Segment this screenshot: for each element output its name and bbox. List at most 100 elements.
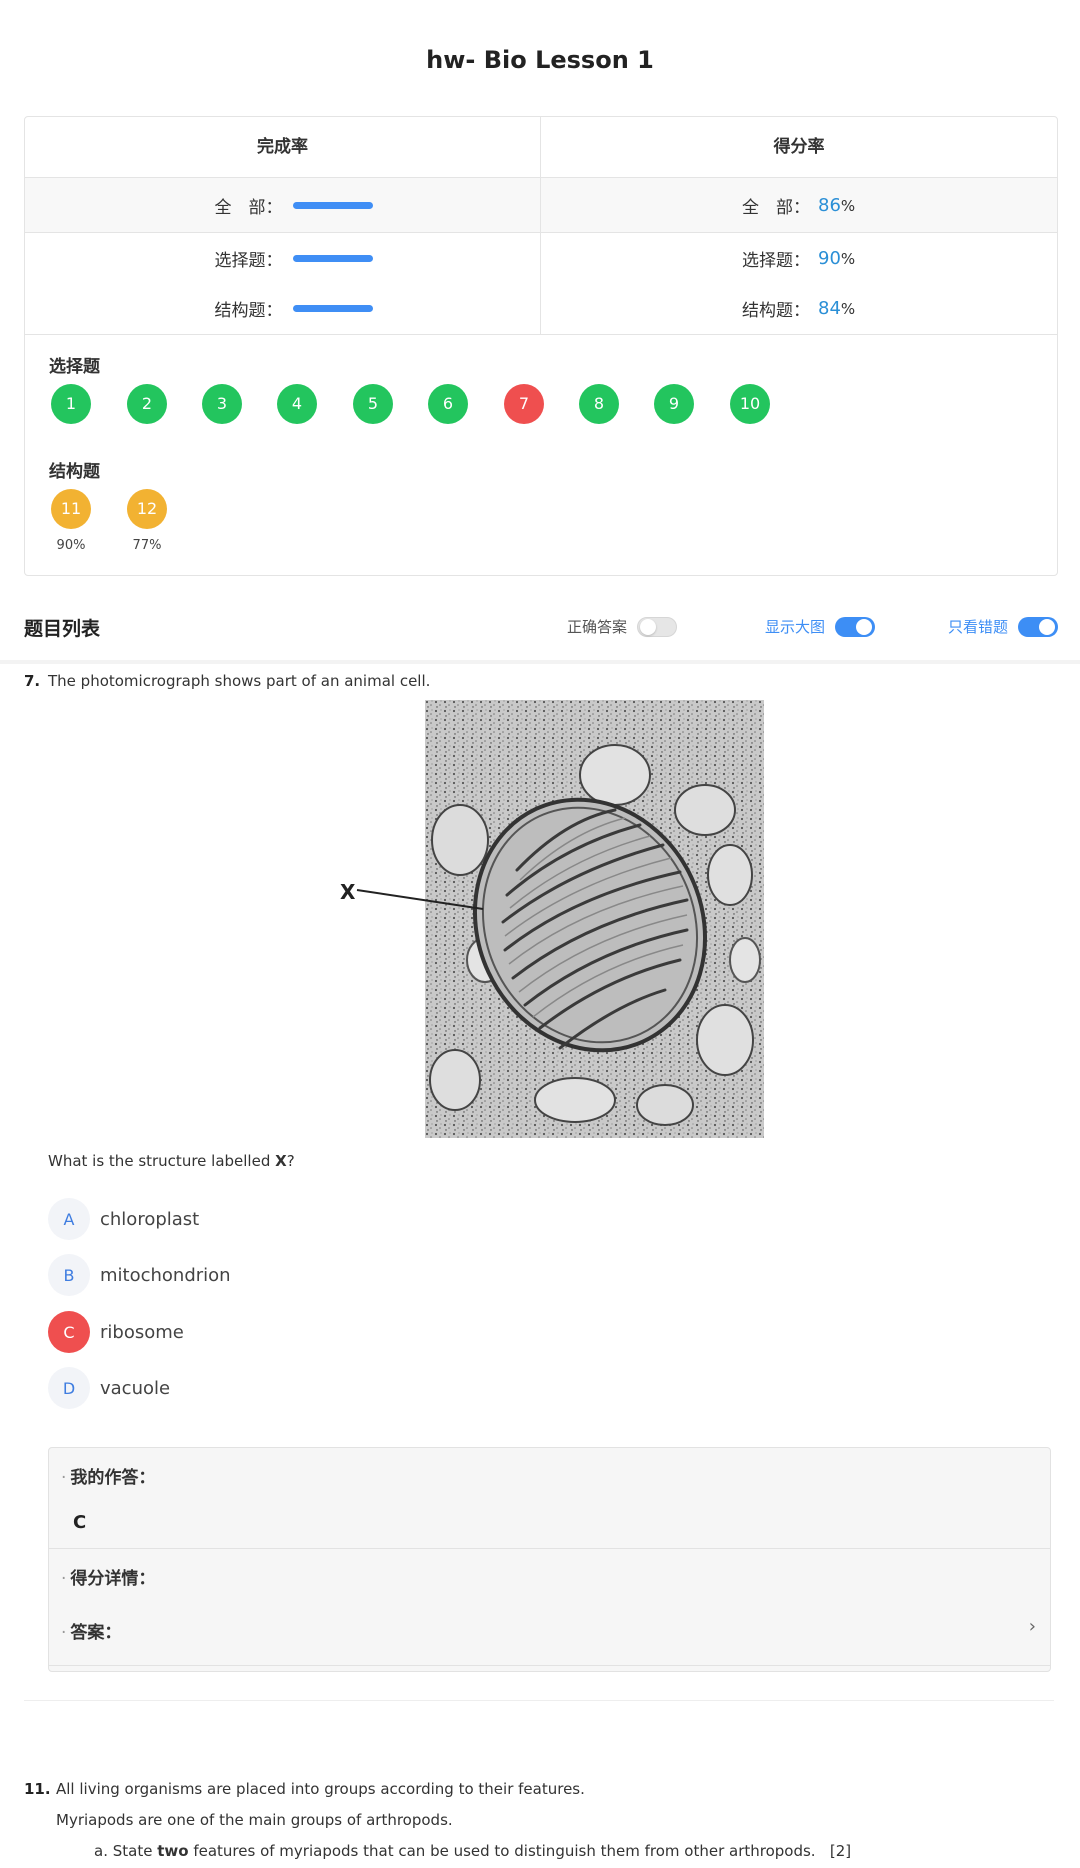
bullet-dot: ·	[61, 1468, 67, 1488]
option-d-letter: D	[48, 1367, 90, 1409]
score-number-mcq: 90	[818, 247, 841, 269]
completion-column: 完成率 全 部： 选择题： 结构题：	[25, 117, 541, 335]
score-value-structured: 84%	[818, 298, 878, 319]
score-unit-mcq: %	[840, 249, 856, 268]
toggle-knob	[856, 618, 873, 635]
question-score-12: 77%	[132, 538, 162, 553]
toggle-correct-answer-switch[interactable]	[637, 616, 678, 637]
part-a-marks: [2]	[829, 1842, 852, 1860]
header-divider	[0, 660, 1080, 664]
score-label-mcq: 选择题：	[742, 250, 810, 271]
structured-section-label: 结构题	[49, 462, 100, 482]
toggle-correct-answer[interactable]: 正确答案	[567, 616, 678, 637]
completion-label-all: 全 部：	[214, 197, 283, 218]
option-b[interactable]: B mitochondrion	[48, 1253, 231, 1297]
score-header: 得分率	[541, 117, 1057, 178]
score-detail-label-text: 得分详情：	[70, 1569, 156, 1589]
toggle-show-large[interactable]: 显示大图	[765, 616, 876, 637]
question-separator	[24, 1700, 1054, 1701]
completion-bar-all	[292, 201, 373, 209]
answer-label-text: 答案：	[70, 1623, 122, 1643]
part-a-pre: State	[112, 1842, 158, 1860]
question-list-title: 题目列表	[24, 618, 101, 640]
question-7-text: The photomicrograph shows part of an ani…	[48, 672, 431, 690]
option-d[interactable]: D vacuole	[48, 1366, 170, 1410]
question-7-number: 7.	[24, 672, 41, 690]
question-circle-7[interactable]: 7	[504, 384, 544, 424]
question-circle-2[interactable]: 2	[127, 384, 167, 424]
chevron-right-icon[interactable]: ›	[1029, 1616, 1036, 1637]
score-row-all: 全 部： 86%	[541, 178, 1057, 233]
score-unit-structured: %	[840, 299, 856, 318]
completion-bar-structured	[292, 304, 373, 312]
question-circle-11[interactable]: 11	[51, 489, 91, 529]
question-score-11: 90%	[56, 538, 86, 553]
my-answer-value: C	[73, 1512, 87, 1533]
toggle-wrong-only-switch[interactable]	[1018, 616, 1059, 637]
completion-label-structured: 结构题：	[214, 300, 283, 321]
question-circle-4[interactable]: 4	[277, 384, 317, 424]
figure-label-x: X	[340, 880, 356, 904]
score-unit-all: %	[840, 196, 856, 215]
stats-grid: 完成率 全 部： 选择题： 结构题： 得分率 全 部： 86% 选择题： 90%…	[25, 117, 1057, 335]
part-a-bold: two	[157, 1842, 189, 1860]
toggle-show-large-switch[interactable]	[835, 616, 876, 637]
question-circle-10[interactable]: 10	[730, 384, 770, 424]
option-d-text: vacuole	[100, 1377, 171, 1399]
score-value-mcq: 90%	[818, 248, 878, 269]
question-11-text: All living organisms are placed into gro…	[56, 1780, 585, 1798]
bullet-dot: ·	[61, 1569, 67, 1589]
completion-row-structured: 结构题：	[25, 283, 540, 333]
toggle-knob	[1039, 618, 1056, 635]
toggle-correct-answer-label: 正确答案	[567, 618, 628, 636]
score-value-all: 86%	[818, 195, 878, 216]
question-circle-3[interactable]: 3	[202, 384, 242, 424]
toggle-wrong-only-label: 只看错题	[948, 618, 1009, 636]
score-number-structured: 84	[818, 297, 841, 319]
answer-label[interactable]: · 答案：	[61, 1618, 121, 1643]
score-number-all: 86	[818, 194, 841, 216]
question-circle-6[interactable]: 6	[428, 384, 468, 424]
option-b-letter: B	[48, 1254, 90, 1296]
completion-bar-mcq	[292, 254, 373, 262]
option-c[interactable]: C ribosome	[48, 1310, 184, 1354]
question-circle-1[interactable]: 1	[51, 384, 91, 424]
toggle-wrong-only[interactable]: 只看错题	[948, 616, 1059, 637]
question-circle-5[interactable]: 5	[353, 384, 393, 424]
my-answer-label-text: 我的作答：	[70, 1468, 156, 1488]
score-row-structured: 结构题： 84%	[541, 283, 1057, 333]
score-column: 得分率 全 部： 86% 选择题： 90% 结构题： 84%	[541, 117, 1057, 335]
option-a[interactable]: A chloroplast	[48, 1197, 199, 1241]
question-circle-12[interactable]: 12	[127, 489, 167, 529]
completion-label-mcq: 选择题：	[214, 250, 283, 271]
part-a-post: features of myriapods that can be used t…	[188, 1842, 816, 1860]
option-a-text: chloroplast	[100, 1208, 200, 1230]
option-b-text: mitochondrion	[100, 1264, 231, 1286]
answer-divider-bottom	[49, 1665, 1050, 1666]
completion-row-all: 全 部：	[25, 178, 540, 233]
question-list-header: 题目列表 正确答案 显示大图 只看错题	[0, 600, 1080, 660]
answer-divider	[49, 1548, 1050, 1549]
bullet-dot: ·	[61, 1623, 67, 1643]
score-detail-label: · 得分详情：	[61, 1564, 155, 1589]
option-c-text: ribosome	[100, 1321, 184, 1343]
question-circle-8[interactable]: 8	[579, 384, 619, 424]
completion-header: 完成率	[25, 117, 540, 178]
micrograph-image	[425, 700, 764, 1138]
completion-row-mcq: 选择题：	[25, 233, 540, 283]
prompt-pre: What is the structure labelled	[48, 1152, 276, 1170]
question-11-part-a: a. State two features of myriapods that …	[94, 1842, 851, 1860]
stats-card: 完成率 全 部： 选择题： 结构题： 得分率 全 部： 86% 选择题： 90%…	[24, 116, 1058, 576]
question-circle-9[interactable]: 9	[654, 384, 694, 424]
question-11-sub: Myriapods are one of the main groups of …	[56, 1811, 453, 1829]
answer-panel: · 我的作答： C · 得分详情： · 答案： ›	[48, 1447, 1051, 1672]
my-answer-label: · 我的作答：	[61, 1463, 155, 1488]
mcq-section-label: 选择题	[49, 357, 100, 377]
question-7-prompt: What is the structure labelled X?	[48, 1152, 295, 1170]
score-row-mcq: 选择题： 90%	[541, 233, 1057, 283]
label-pointer-line	[356, 889, 484, 910]
score-label-all: 全 部：	[742, 197, 810, 218]
toggle-knob	[640, 618, 657, 635]
part-a-letter: a.	[94, 1842, 108, 1860]
toggle-show-large-label: 显示大图	[765, 618, 826, 636]
